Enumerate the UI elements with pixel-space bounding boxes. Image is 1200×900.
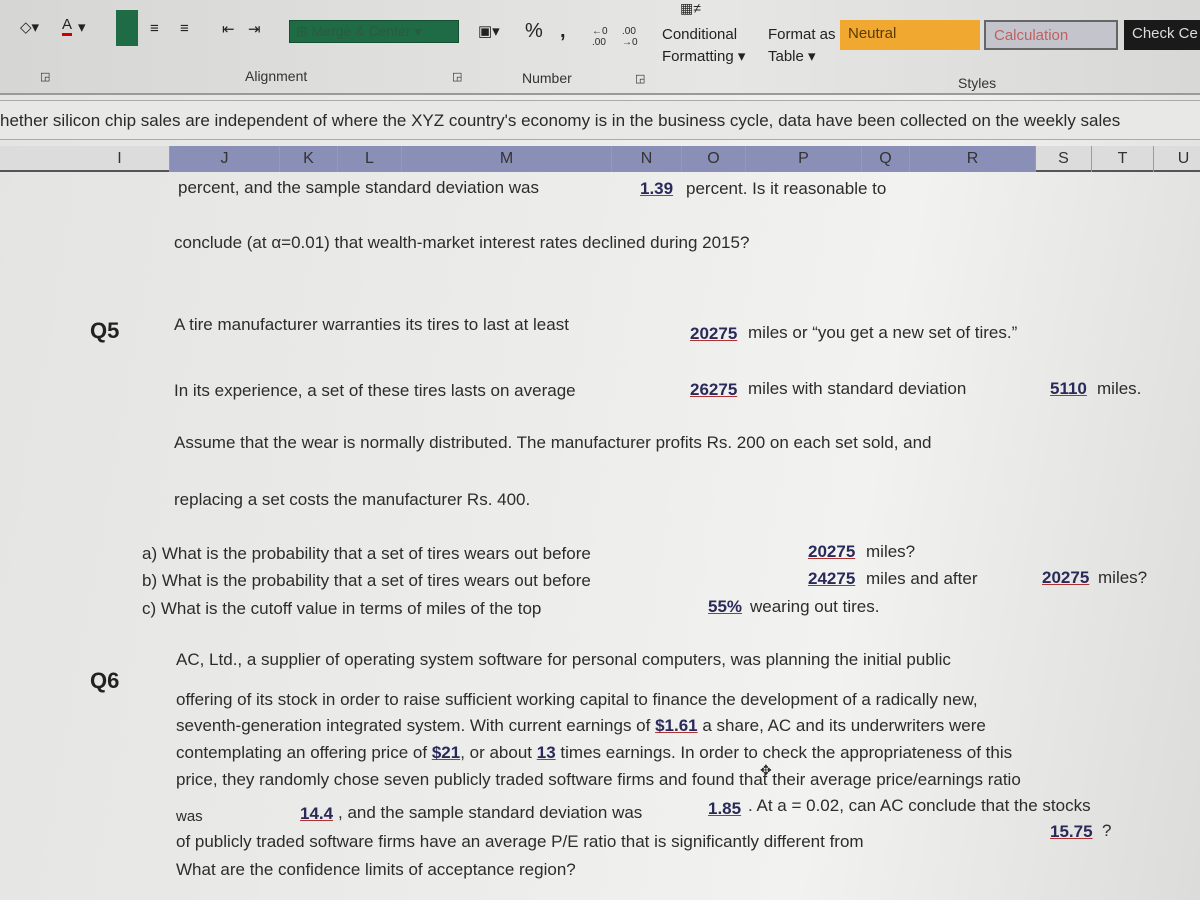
column-header-s[interactable]: S	[1036, 146, 1092, 172]
mouse-cursor-icon: ✥	[760, 762, 772, 778]
number-group-label: Number	[522, 70, 572, 86]
cell-value[interactable]: 5110	[1050, 379, 1087, 399]
cell-text[interactable]: , and the sample standard deviation was	[338, 803, 642, 823]
cell-value[interactable]: 14.4	[300, 804, 333, 824]
cell-text[interactable]: What are the confidence limits of accept…	[176, 860, 576, 880]
column-header-t[interactable]: T	[1092, 146, 1154, 172]
cell-text[interactable]: miles?	[866, 542, 915, 562]
cell-text[interactable]: miles with standard deviation	[748, 379, 966, 399]
cell-text[interactable]: c) What is the cutoff value in terms of …	[142, 599, 541, 619]
question-label-q5[interactable]: Q5	[90, 318, 119, 344]
font-dialog-launcher-icon[interactable]: ◲	[40, 70, 50, 83]
cf-label-1: Conditional	[662, 26, 738, 43]
cell-text[interactable]: miles?	[1098, 568, 1147, 588]
text-part: times earnings. In order to check the ap…	[560, 743, 1013, 762]
times-value: 13	[536, 743, 556, 762]
conditional-formatting-icon: ▦≠	[680, 0, 701, 16]
cell-value[interactable]: 20275	[690, 324, 737, 344]
fat-label-2: Table	[768, 48, 804, 65]
style-neutral[interactable]: Neutral	[840, 20, 980, 50]
cell-text[interactable]: miles and after	[866, 569, 978, 589]
decrease-indent-icon[interactable]: ⇤	[222, 20, 235, 38]
column-header-k[interactable]: K	[280, 146, 338, 172]
style-calculation[interactable]: Calculation	[984, 20, 1118, 50]
cell-text[interactable]: offering of its stock in order to raise …	[176, 690, 978, 710]
align-center-icon[interactable]: ≡	[150, 20, 159, 37]
column-header-o[interactable]: O	[682, 146, 746, 172]
conditional-formatting-button[interactable]: Conditional Formatting ▾	[662, 24, 745, 68]
column-header-m[interactable]: M	[402, 146, 612, 172]
fat-label-1: Format as	[768, 26, 836, 43]
font-color-dropdown-icon[interactable]: ▾	[78, 18, 86, 36]
cell-value[interactable]: 1.39	[640, 179, 673, 199]
column-header-n[interactable]: N	[612, 146, 682, 172]
cell-text[interactable]: of publicly traded software firms have a…	[176, 832, 864, 852]
price-value: $21	[431, 743, 461, 762]
question-label-q6[interactable]: Q6	[90, 668, 119, 694]
cell-text[interactable]: percent, and the sample standard deviati…	[178, 178, 539, 198]
cell-value[interactable]: 24275	[808, 569, 855, 589]
column-header-l[interactable]: L	[338, 146, 402, 172]
column-header-p[interactable]: P	[746, 146, 862, 172]
merge-center-button[interactable]: ⊞ Merge & Center ▾	[289, 20, 459, 43]
earnings-value: $1.61	[655, 716, 698, 735]
style-check-cell[interactable]: Check Ce	[1124, 20, 1200, 50]
number-dialog-launcher-icon[interactable]: ◲	[635, 72, 645, 85]
cell-text[interactable]: . At a = 0.02, can AC conclude that the …	[748, 796, 1091, 816]
increase-indent-icon[interactable]: ⇥	[248, 20, 261, 38]
cell-text-line[interactable]: seventh-generation integrated system. Wi…	[176, 716, 986, 736]
ribbon: ◇▾ A ▾ ≡ ≡ ⇤ ⇥ ⊞ Merge & Center ▾ ▣▾ % ,…	[0, 0, 1200, 95]
increase-decimal-icon[interactable]: ←0.00	[592, 26, 608, 48]
column-header-r[interactable]: R	[910, 146, 1036, 172]
font-color-icon[interactable]: A	[62, 16, 73, 36]
alignment-dialog-launcher-icon[interactable]: ◲	[452, 70, 462, 83]
column-header-q[interactable]: Q	[862, 146, 910, 172]
align-right-icon[interactable]: ≡	[180, 20, 189, 37]
column-headers: I J K L M N O P Q R S T U	[0, 146, 1200, 172]
cell-text-line[interactable]: contemplating an offering price of $21, …	[176, 743, 1012, 763]
column-header-u[interactable]: U	[1154, 146, 1200, 172]
cell-text[interactable]: In its experience, a set of these tires …	[174, 381, 576, 401]
cell-text[interactable]: ?	[1102, 821, 1111, 841]
cf-label-2: Formatting	[662, 48, 734, 65]
text-part: seventh-generation integrated system. Wi…	[176, 716, 651, 735]
cell-text[interactable]: miles.	[1097, 379, 1141, 399]
cell-value[interactable]: 20275	[808, 542, 855, 562]
cell-value[interactable]: 20275	[1042, 568, 1089, 588]
cell-text[interactable]: a) What is the probability that a set of…	[142, 544, 591, 564]
cell-text[interactable]: percent. Is it reasonable to	[686, 179, 886, 199]
align-left-button[interactable]	[116, 10, 138, 46]
cell-text[interactable]: A tire manufacturer warranties its tires…	[174, 315, 569, 335]
formula-bar[interactable]: hether silicon chip sales are independen…	[0, 100, 1200, 140]
cell-value[interactable]: 15.75	[1050, 822, 1093, 842]
format-as-table-button[interactable]: Format as Table ▾	[768, 24, 836, 68]
cell-text[interactable]: b) What is the probability that a set of…	[142, 571, 591, 591]
comma-style-button[interactable]: ,	[560, 20, 566, 43]
percent-style-button[interactable]: %	[525, 20, 543, 43]
cell-value[interactable]: 26275	[690, 380, 737, 400]
cell-text[interactable]: conclude (at α=0.01) that wealth-market …	[174, 233, 749, 253]
fill-color-icon[interactable]: ◇▾	[20, 18, 39, 36]
column-header-j[interactable]: J	[170, 146, 280, 172]
merge-center-label: Merge & Center	[311, 23, 411, 39]
decrease-decimal-icon[interactable]: .00 →0	[622, 26, 638, 48]
cell-text[interactable]: miles or “you get a new set of tires.”	[748, 323, 1017, 343]
alignment-group-label: Alignment	[245, 68, 308, 84]
cell-text[interactable]: was	[176, 808, 203, 825]
cell-text[interactable]: wearing out tires.	[750, 597, 879, 617]
cell-text[interactable]: AC, Ltd., a supplier of operating system…	[176, 650, 951, 670]
cell-text[interactable]: replacing a set costs the manufacturer R…	[174, 490, 530, 510]
accounting-format-icon[interactable]: ▣▾	[478, 22, 500, 40]
column-header-i[interactable]: I	[70, 146, 170, 172]
text-part: a share, AC and its underwriters were	[702, 716, 986, 735]
styles-group-label: Styles	[958, 75, 997, 91]
cell-value[interactable]: 55%	[708, 597, 742, 617]
text-part: contemplating an offering price of	[176, 743, 428, 762]
cell-text[interactable]: price, they randomly chose seven publicl…	[176, 770, 1021, 790]
cell-value[interactable]: 1.85	[708, 799, 741, 819]
text-part: , or about	[460, 743, 533, 762]
cell-text[interactable]: Assume that the wear is normally distrib…	[174, 433, 932, 453]
formula-bar-text: hether silicon chip sales are independen…	[0, 111, 1121, 130]
